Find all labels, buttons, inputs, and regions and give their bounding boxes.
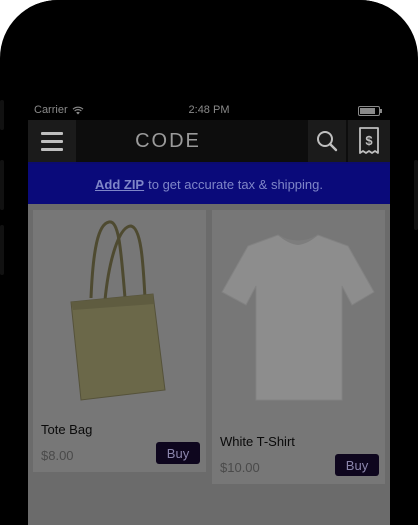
product-name: White T-Shirt (220, 434, 295, 449)
product-name: Tote Bag (41, 422, 93, 437)
svg-text:$: $ (365, 133, 373, 148)
side-button (0, 100, 4, 130)
product-card[interactable]: White T-Shirt $10.00 Buy (212, 210, 385, 484)
battery-icon (358, 106, 382, 116)
tshirt-image[interactable] (212, 210, 385, 422)
banner-text: to get accurate tax & shipping. (148, 176, 323, 192)
side-button (0, 225, 4, 275)
tshirt-icon (221, 234, 375, 401)
buy-button[interactable]: Buy (156, 442, 200, 464)
product-price: $8.00 (41, 448, 74, 463)
search-icon (317, 131, 338, 152)
status-time: 2:48 PM (188, 104, 230, 116)
side-button (0, 160, 4, 210)
product-card[interactable]: Tote Bag $8.00 Buy (33, 210, 206, 472)
search-button[interactable] (308, 120, 346, 162)
buy-button[interactable]: Buy (335, 454, 379, 476)
tote-bag-icon (70, 220, 166, 401)
product-price: $10.00 (220, 460, 260, 475)
cart-button[interactable]: $ (348, 120, 390, 162)
phone-frame: Carrier 2:48 PM CODE $ Add ZIP to get ac… (0, 0, 418, 525)
app-screen: Carrier 2:48 PM CODE $ Add ZIP to get ac… (28, 0, 390, 525)
add-zip-link[interactable]: Add ZIP (95, 177, 144, 192)
zip-banner: Add ZIP to get accurate tax & shipping. (28, 164, 390, 204)
brand-title: CODE (135, 130, 201, 152)
nav-bar: CODE $ (28, 120, 390, 164)
receipt-icon: $ (359, 127, 379, 154)
product-grid: Tote Bag $8.00 Buy White T-Shirt $10.00 … (28, 204, 390, 525)
tote-bag-image[interactable] (33, 210, 206, 415)
side-button (414, 160, 418, 230)
status-bar: Carrier 2:48 PM (28, 98, 390, 122)
